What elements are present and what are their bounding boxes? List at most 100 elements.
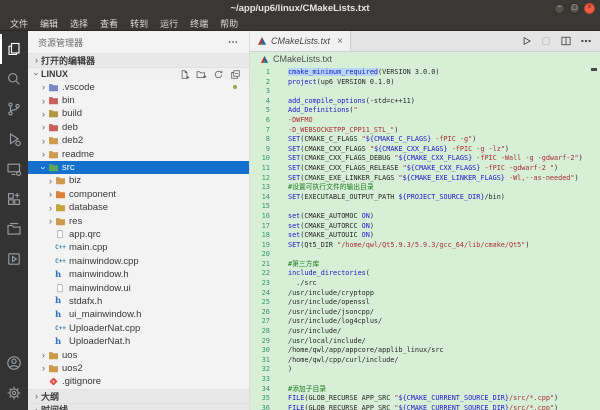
code-line[interactable]: 23 ./src (250, 279, 600, 289)
more-actions-icon[interactable] (580, 35, 592, 47)
code-line[interactable]: 27/usr/include/log4cplus/ (250, 317, 600, 327)
collapse-all-icon[interactable] (230, 69, 241, 80)
code-line[interactable]: 12SET(CMAKE_EXE_LINKER_FLAGS "${CMAKE_EX… (250, 174, 600, 184)
folder-icon (48, 122, 62, 133)
menu-item[interactable]: 帮助 (214, 17, 244, 30)
code-line[interactable]: 28/usr/include/ (250, 327, 600, 337)
code-line[interactable]: 16set(CMAKE_AUTOMOC ON) (250, 212, 600, 222)
new-folder-icon[interactable] (196, 69, 207, 80)
code-line[interactable]: 21#第三方库 (250, 260, 600, 270)
more-actions-icon[interactable]: ⋯ (228, 37, 239, 48)
menu-item[interactable]: 编辑 (34, 17, 64, 30)
tree-item-database[interactable]: ›database (28, 201, 249, 214)
code-line[interactable]: 9SET(CMAKE_CXX_FLAGS "${CMAKE_CXX_FLAGS}… (250, 145, 600, 155)
close-tab-icon[interactable]: × (337, 36, 343, 47)
code-line[interactable]: 22include_directories( (250, 269, 600, 279)
refresh-icon[interactable] (213, 69, 224, 80)
code-line[interactable]: 36FILE(GLOB_RECURSE APP_SRC "${CMAKE_CUR… (250, 404, 600, 410)
activity-account[interactable] (0, 348, 28, 378)
code-line[interactable]: 26/usr/include/jsoncpp/ (250, 308, 600, 318)
tree-item-mainwindow-cpp[interactable]: C++mainwindow.cpp (28, 255, 249, 268)
code-line[interactable]: 3 (250, 87, 600, 97)
maximize-button[interactable]: ▢ (569, 3, 580, 14)
menu-item[interactable]: 选择 (64, 17, 94, 30)
activity-remote[interactable] (0, 154, 28, 184)
tree-item-deb[interactable]: ›deb (28, 121, 249, 134)
menu-item[interactable]: 查看 (94, 17, 124, 30)
code-line[interactable]: 35FILE(GLOB_RECURSE APP_SRC "${CMAKE_CUR… (250, 394, 600, 404)
code-line[interactable]: 34#添加子目录 (250, 385, 600, 395)
code-editor[interactable]: 1cmake_minimum_required(VERSION 3.0.0)2p… (250, 66, 600, 410)
code-line[interactable]: 25/usr/include/openssl (250, 298, 600, 308)
code-line[interactable]: 5Add_Definitions(" (250, 106, 600, 116)
code-line[interactable]: 4add_compile_options(-std=c++11) (250, 97, 600, 107)
code-line[interactable]: 15 (250, 202, 600, 212)
tab-cmakelists[interactable]: CMakeLists.txt × (250, 31, 351, 51)
tree-item-uos2[interactable]: ›uos2 (28, 362, 249, 375)
tree-item-src[interactable]: ›src (28, 161, 249, 174)
activity-source-control[interactable] (0, 94, 28, 124)
code-line[interactable]: 2project(up6 VERSION 0.1.0) (250, 78, 600, 88)
activity-settings[interactable] (0, 378, 28, 408)
code-line[interactable]: 17set(CMAKE_AUTORCC ON) (250, 222, 600, 232)
code-line[interactable]: 31/home/qwl/cpp/curl/include/ (250, 356, 600, 366)
tree-item-component[interactable]: ›component (28, 188, 249, 201)
minimize-button[interactable]: − (554, 3, 565, 14)
tree-item-res[interactable]: ›res (28, 214, 249, 227)
tree-item-uploadernat-h[interactable]: hUploaderNat.h (28, 335, 249, 348)
split-editor-icon[interactable] (560, 35, 572, 47)
activity-library[interactable] (0, 214, 28, 244)
activity-run-debug[interactable] (0, 124, 28, 154)
menu-item[interactable]: 转到 (124, 17, 154, 30)
line-number: 34 (250, 385, 276, 395)
code-line[interactable]: 10SET(CMAKE_CXX_FLAGS_DEBUG "${CMAKE_CXX… (250, 154, 600, 164)
tree-item-gitignore[interactable]: .gitignore (28, 375, 249, 388)
code-line[interactable]: 24/usr/include/cryptopp (250, 289, 600, 299)
tree-item-mainwindow-h[interactable]: hmainwindow.h (28, 268, 249, 281)
close-button[interactable]: × (584, 3, 595, 14)
tree-item-mainwindow-ui[interactable]: mainwindow.ui (28, 281, 249, 294)
breadcrumb-item[interactable]: CMakeLists.txt (273, 54, 332, 64)
code-line[interactable]: 32) (250, 365, 600, 375)
tree-item-uploadernat-cpp[interactable]: C++UploaderNat.cpp (28, 322, 249, 335)
tree-item-build[interactable]: ›build (28, 107, 249, 120)
code-line[interactable]: 20 (250, 250, 600, 260)
tree-item-label: component (69, 189, 116, 200)
menu-item[interactable]: 运行 (154, 17, 184, 30)
menu-item[interactable]: 终端 (184, 17, 214, 30)
breadcrumb[interactable]: CMakeLists.txt (250, 52, 600, 66)
code-line[interactable]: 8SET(CMAKE_C_FLAGS "${CMAKE_C_FLAGS} -fP… (250, 135, 600, 145)
code-line[interactable]: 19SET(Qt5_DIR "/home/qwl/Qt5.9.3/5.9.3/g… (250, 241, 600, 251)
code-line[interactable]: 30/home/qwl/app/appcore/applib_linux/src (250, 346, 600, 356)
tree-item-uos[interactable]: ›uos (28, 348, 249, 361)
activity-search[interactable] (0, 64, 28, 94)
code-line[interactable]: 14SET(EXECUTABLE_OUTPUT_PATH ${PROJECT_S… (250, 193, 600, 203)
tree-item-app-qrc[interactable]: app.qrc (28, 228, 249, 241)
new-file-icon[interactable] (179, 69, 190, 80)
code-line[interactable]: 13#设置可执行文件的输出目录 (250, 183, 600, 193)
open-editors-section[interactable]: › 打开的编辑器 (28, 53, 249, 67)
tree-item-main-cpp[interactable]: C++main.cpp (28, 241, 249, 254)
outline-section[interactable]: › 大纲 (28, 389, 249, 403)
tree-item-bin[interactable]: ›bin (28, 94, 249, 107)
activity-extensions[interactable] (0, 184, 28, 214)
activity-explorer[interactable] (0, 34, 28, 64)
activity-test[interactable] (0, 244, 28, 274)
tree-item-readme[interactable]: ›readme (28, 147, 249, 160)
code-line[interactable]: 29/usr/local/include/ (250, 337, 600, 347)
tree-item-stdafx-h[interactable]: hstdafx.h (28, 295, 249, 308)
run-icon[interactable] (520, 35, 532, 47)
workspace-section[interactable]: › LINUX (28, 67, 249, 81)
tree-item-vscode[interactable]: ›.vscode (28, 81, 249, 94)
code-line[interactable]: 1cmake_minimum_required(VERSION 3.0.0) (250, 68, 600, 78)
code-line[interactable]: 33 (250, 375, 600, 385)
code-line[interactable]: 6-DWFMO (250, 116, 600, 126)
menu-item[interactable]: 文件 (4, 17, 34, 30)
timeline-section[interactable]: › 时间线 (28, 403, 249, 410)
tree-item-ui-mainwindow-h[interactable]: hui_mainwindow.h (28, 308, 249, 321)
code-line[interactable]: 7-D_WEBSOCKETPP_CPP11_STL_") (250, 126, 600, 136)
code-line[interactable]: 11SET(CMAKE_CXX_FLAGS_RELEASE "${CMAKE_C… (250, 164, 600, 174)
tree-item-deb2[interactable]: ›deb2 (28, 134, 249, 147)
tree-item-biz[interactable]: ›biz (28, 174, 249, 187)
code-line[interactable]: 18set(CMAKE_AUTOUIC ON) (250, 231, 600, 241)
